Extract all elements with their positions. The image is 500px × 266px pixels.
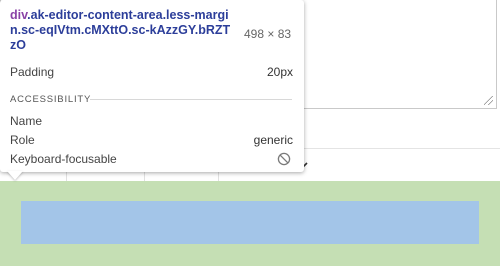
padding-value: 20px <box>266 65 293 79</box>
accessibility-heading: ACCESSIBILITY <box>10 94 92 105</box>
resize-grip-icon[interactable] <box>484 96 493 105</box>
screen: Aa B I ⁝≡ ⊕ <> + div.ak-editor-content-a… <box>0 0 500 266</box>
role-value: generic <box>253 133 293 147</box>
keyboard-focusable-label: Keyboard-focusable <box>10 152 117 166</box>
selector-classes: .ak-editor-content-area.less-margin.sc-e… <box>10 8 231 52</box>
name-label: Name <box>10 114 43 128</box>
role-label: Role <box>10 133 35 147</box>
selector-tag: div <box>10 8 28 22</box>
not-allowed-icon <box>277 152 291 166</box>
element-size: 498 × 83 <box>244 27 292 41</box>
element-selector: div.ak-editor-content-area.less-margin.s… <box>10 8 232 53</box>
inspect-tooltip: div.ak-editor-content-area.less-margin.s… <box>0 0 304 172</box>
padding-highlight <box>21 201 479 244</box>
padding-label: Padding <box>10 65 55 79</box>
section-divider <box>90 99 292 100</box>
tooltip-pointer <box>7 171 23 180</box>
